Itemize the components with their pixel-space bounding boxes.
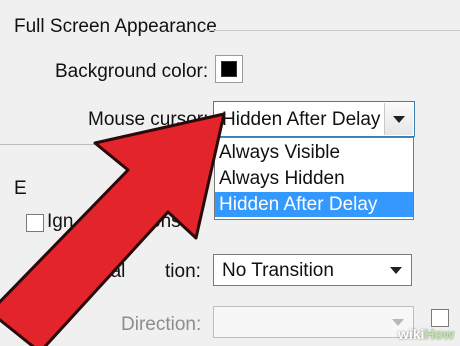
section-divider-2: [0, 144, 214, 145]
mouse-cursor-selected-value: Hidden After Delay: [222, 109, 381, 130]
option-always-visible[interactable]: Always Visible: [215, 140, 413, 165]
transition-dropdown-button[interactable]: [382, 256, 410, 284]
ignore-checkbox[interactable]: [26, 214, 44, 232]
transition-label-end: tion:: [165, 261, 201, 282]
background-color-label: Background color:: [55, 61, 209, 82]
transition-select[interactable]: No Transition: [213, 254, 412, 286]
extra-checkbox[interactable]: [431, 309, 449, 327]
transition-label-start: ual: [100, 261, 126, 282]
background-color-swatch-button[interactable]: [215, 55, 243, 83]
chevron-down-icon: [392, 319, 404, 326]
watermark: wikiHow: [398, 326, 454, 342]
direction-label: Direction:: [121, 314, 202, 335]
watermark-wiki: wiki: [397, 326, 425, 342]
option-always-hidden[interactable]: Always Hidden: [215, 166, 413, 191]
ignore-label-end: ons: [150, 211, 181, 232]
watermark-how: How: [424, 326, 454, 342]
option-hidden-after-delay[interactable]: Hidden After Delay: [215, 192, 413, 217]
mouse-cursor-label: Mouse cursor:: [88, 109, 209, 130]
ignore-label-start: Ign: [47, 211, 74, 232]
mouse-cursor-dropdown-list: Always Visible Always Hidden Hidden Afte…: [214, 137, 414, 220]
section-title: Full Screen Appearance: [14, 16, 217, 37]
chevron-down-icon: [390, 267, 402, 274]
mouse-cursor-dropdown-button[interactable]: [384, 103, 413, 135]
chevron-down-icon: [393, 116, 405, 123]
partial-section-title: E: [14, 178, 27, 199]
mouse-cursor-select[interactable]: Hidden After Delay: [213, 101, 415, 137]
direction-select: [213, 306, 414, 338]
background-color-value: [221, 61, 237, 77]
transition-selected-value: No Transition: [222, 260, 334, 281]
section-divider: [206, 30, 460, 31]
